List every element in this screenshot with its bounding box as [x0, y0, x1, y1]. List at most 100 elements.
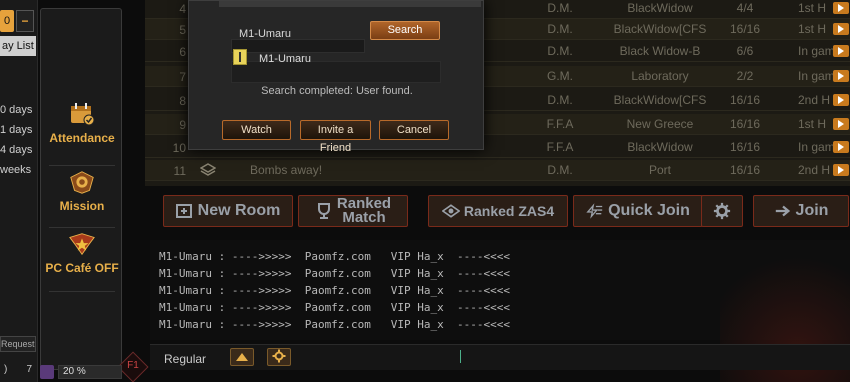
day-list: 0 days 1 days 4 days weeks: [0, 100, 36, 180]
divider: [49, 291, 115, 292]
trophy-icon: [315, 203, 333, 219]
room-slots: 16/16: [729, 22, 761, 36]
quick-join-button[interactable]: Quick Join: [573, 195, 703, 227]
left-top-controls: 0 −: [0, 10, 36, 32]
room-map: BlackWidow[CFS: [613, 22, 707, 36]
f1-label: F1: [127, 360, 139, 371]
room-name: Bombs away!: [250, 163, 323, 177]
room-number: 9: [179, 118, 186, 132]
table-row[interactable]: 11 Bombs away! D.M. Port 16/16 2nd H: [145, 160, 850, 181]
play-icon[interactable]: [833, 2, 849, 14]
request-button[interactable]: Request: [0, 336, 36, 352]
divider: [49, 165, 115, 166]
ranked-zas-label: Ranked ZAS4: [463, 203, 555, 219]
calendar-icon: [68, 101, 96, 127]
room-map: Black Widow-B: [619, 44, 701, 58]
chat-message: M1-Umaru : ---->>>>> Paomfz.com VIP Ha_x…: [159, 267, 510, 280]
user-search-dialog: M1-Umaru Search M1-Umaru Search complete…: [188, 0, 484, 154]
chat-channel-label: Regular: [164, 352, 207, 366]
room-map: Laboratory: [631, 69, 689, 83]
room-map: BlackWidow[CFS: [613, 93, 707, 107]
search-button[interactable]: Search: [370, 21, 440, 40]
chat-message: M1-Umaru : ---->>>>> Paomfz.com VIP Ha_x…: [159, 250, 510, 263]
user-rank-icon: [233, 49, 247, 65]
room-number: 11: [173, 164, 186, 178]
new-room-button[interactable]: New Room: [163, 195, 293, 227]
channel-up-button[interactable]: [230, 348, 254, 366]
play-icon[interactable]: [833, 94, 849, 106]
chat-settings-button[interactable]: [267, 348, 291, 366]
side-menu: Attendance Mission PC Café OFF: [40, 8, 122, 370]
room-mode: D.M.: [547, 93, 573, 107]
chat-message: M1-Umaru : ---->>>>> Paomfz.com VIP Ha_x…: [159, 318, 510, 331]
new-room-label: New Room: [197, 202, 281, 219]
zoom-control[interactable]: 20 %: [40, 364, 122, 380]
day-list-tab[interactable]: ay List: [0, 36, 36, 56]
pc-cafe-label: PC Café OFF: [45, 261, 119, 275]
invite-friend-button[interactable]: Invite a Friend: [300, 120, 371, 154]
ranked-match-button[interactable]: Ranked Match: [298, 195, 408, 227]
play-icon[interactable]: [833, 23, 849, 35]
play-icon[interactable]: [833, 45, 849, 57]
ranked-match-label-2: Match: [342, 209, 386, 226]
room-map: BlackWidow: [627, 1, 693, 15]
play-icon[interactable]: [833, 118, 849, 130]
room-number: 7: [179, 70, 186, 84]
cancel-button[interactable]: Cancel: [379, 120, 449, 140]
room-slots: 16/16: [729, 117, 761, 131]
search-status: Search completed: User found.: [261, 85, 413, 97]
chat-message: M1-Umaru : ---->>>>> Paomfz.com VIP Ha_x…: [159, 284, 510, 297]
search-result[interactable]: M1-Umaru: [231, 47, 441, 85]
attendance-label: Attendance: [49, 131, 115, 145]
mission-button[interactable]: Mission: [41, 169, 123, 213]
room-mode: D.M.: [547, 163, 573, 177]
list-item[interactable]: 0 days: [0, 100, 36, 120]
room-mode: D.M.: [547, 1, 573, 15]
quick-join-settings-button[interactable]: [701, 195, 743, 227]
room-mode: F.F.A: [546, 117, 574, 131]
zoom-icon: [40, 365, 54, 379]
zoom-value: 20 %: [58, 365, 122, 379]
zas-emblem-icon: [441, 203, 460, 219]
gear-icon: [272, 349, 286, 366]
room-number: 6: [179, 45, 186, 59]
bottom-left-text: ): [4, 364, 8, 375]
join-label: Join: [795, 202, 829, 219]
room-type-icon: [199, 163, 217, 177]
chat-input-bar: Regular: [150, 344, 850, 370]
left-panel: 0 − ay List 0 days 1 days 4 days weeks R…: [0, 0, 38, 382]
room-slots: 16/16: [729, 93, 761, 107]
list-item[interactable]: 1 days: [0, 120, 36, 140]
room-slots: 2/2: [736, 69, 754, 83]
room-slots: 6/6: [736, 44, 754, 58]
chat-message: M1-Umaru : ---->>>>> Paomfz.com VIP Ha_x…: [159, 301, 510, 314]
play-icon[interactable]: [833, 164, 849, 176]
room-number: 10: [172, 141, 186, 155]
ranked-zas-button[interactable]: Ranked ZAS4: [428, 195, 568, 227]
attendance-button[interactable]: Attendance: [41, 101, 123, 145]
join-button[interactable]: Join: [753, 195, 849, 227]
room-mode: F.F.A: [546, 140, 574, 154]
arrow-right-icon: [774, 203, 792, 219]
minus-button[interactable]: −: [16, 10, 34, 32]
room-slots: 16/16: [729, 140, 761, 154]
room-mode: D.M.: [547, 22, 573, 36]
chat-input[interactable]: [460, 350, 461, 363]
dialog-header: [219, 1, 481, 7]
room-mode: D.M.: [547, 44, 573, 58]
triangle-up-icon: [236, 353, 248, 361]
room-map: BlackWidow: [627, 140, 693, 154]
play-icon[interactable]: [833, 70, 849, 82]
top-value: 0: [0, 10, 14, 32]
bottom-right-text: 7: [26, 364, 32, 375]
room-number: 5: [179, 23, 186, 37]
list-item[interactable]: 4 days: [0, 140, 36, 160]
add-room-icon: [175, 203, 194, 219]
lobby-actions: New Room Ranked Match Ranked ZAS4 Quick …: [160, 195, 850, 228]
watch-button[interactable]: Watch: [222, 120, 291, 140]
play-icon[interactable]: [833, 141, 849, 153]
room-slots: 4/4: [736, 1, 754, 15]
list-item[interactable]: weeks: [0, 160, 36, 180]
room-map: New Greece: [626, 117, 694, 131]
pc-cafe-button[interactable]: PC Café OFF: [41, 231, 123, 275]
